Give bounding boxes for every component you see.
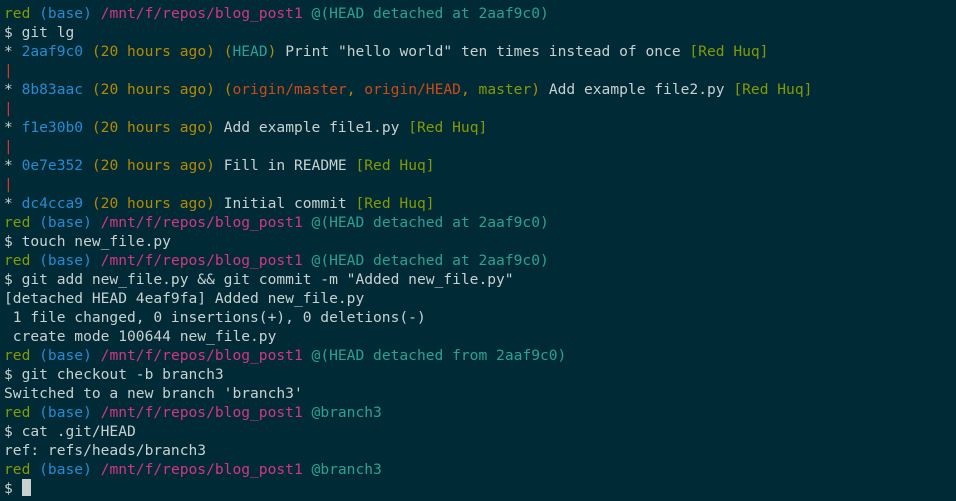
terminal-text-segment: Initial commit (223, 195, 356, 212)
terminal-text-segment: (20 hours ago) (83, 81, 224, 98)
terminal-text-segment: /mnt/f/repos/blog_post1 (100, 214, 303, 231)
terminal-text-segment: (base) (30, 5, 101, 22)
terminal-text-segment: (base) (30, 404, 101, 421)
terminal-line: $ git checkout -b branch3 (4, 365, 956, 384)
terminal-text-segment: red (4, 404, 31, 421)
terminal-line: * 8b83aac (20 hours ago) (origin/master,… (4, 80, 956, 99)
terminal-text-segment: Add example file1.py (223, 119, 409, 136)
terminal-line: | (4, 137, 956, 156)
terminal-text-segment: (20 hours ago) (83, 43, 224, 60)
terminal-text-segment: * (4, 119, 22, 136)
terminal-line: red (base) /mnt/f/repos/blog_post1 @(HEA… (4, 251, 956, 270)
terminal-text-segment: $ cat .git/HEAD (4, 423, 136, 440)
terminal-text-segment: , (346, 81, 365, 98)
terminal-line: ref: refs/heads/branch3 (4, 441, 956, 460)
terminal-line: $ git lg (4, 23, 956, 42)
terminal-line: $ git add new_file.py && git commit -m "… (4, 270, 956, 289)
terminal-line: 1 file changed, 0 insertions(+), 0 delet… (4, 308, 956, 327)
terminal-text-segment: (20 hours ago) (83, 195, 224, 212)
terminal-text-segment: @(HEAD detached at 2aaf9c0) (302, 214, 549, 231)
terminal-line: * f1e30b0 (20 hours ago) Add example fil… (4, 118, 956, 137)
terminal-text-segment: $ git lg (4, 24, 75, 41)
terminal-text-segment: 0e7e352 (21, 157, 84, 174)
terminal-text-segment: dc4cca9 (21, 195, 84, 212)
terminal-text-segment: /mnt/f/repos/blog_post1 (100, 5, 303, 22)
terminal-text-segment: , (460, 81, 479, 98)
terminal-text-segment: (20 hours ago) (83, 119, 224, 136)
terminal-text-segment: (base) (30, 347, 101, 364)
terminal-text-segment: @(HEAD detached at 2aaf9c0) (302, 5, 549, 22)
terminal-text-segment: | (4, 138, 13, 155)
terminal-text-segment: Switched to a new branch 'branch3' (4, 385, 303, 402)
terminal-line: | (4, 61, 956, 80)
terminal-line: * 2aaf9c0 (20 hours ago) (HEAD) Print "h… (4, 42, 956, 61)
terminal-text-segment: | (4, 176, 13, 193)
terminal-text-segment: * (4, 195, 22, 212)
terminal-line: * 0e7e352 (20 hours ago) Fill in README … (4, 156, 956, 175)
terminal-text-segment: 8b83aac (21, 81, 84, 98)
terminal-text-segment: @(HEAD detached at 2aaf9c0) (302, 252, 549, 269)
terminal-text-segment: f1e30b0 (21, 119, 84, 136)
terminal-line: red (base) /mnt/f/repos/blog_post1 @(HEA… (4, 346, 956, 365)
terminal-text-segment: * (4, 81, 22, 98)
terminal-text-segment: $ git add new_file.py && git commit -m "… (4, 271, 514, 288)
terminal-text-segment: @branch3 (302, 404, 382, 421)
terminal-text-segment: red (4, 214, 31, 231)
terminal-text-segment: [Red Huq] (733, 81, 813, 98)
terminal-text-segment: /mnt/f/repos/blog_post1 (100, 404, 303, 421)
terminal-text-segment: | (4, 62, 13, 79)
terminal-line: | (4, 175, 956, 194)
terminal-text-segment: [detached HEAD 4eaf9fa] Added new_file.p… (4, 290, 365, 307)
terminal-text-segment: (base) (30, 214, 101, 231)
terminal-text-segment: origin/master (232, 81, 347, 98)
terminal-text-segment: red (4, 252, 31, 269)
terminal-window[interactable]: red (base) /mnt/f/repos/blog_post1 @(HEA… (0, 0, 956, 501)
terminal-text-segment: red (4, 5, 31, 22)
terminal-text-segment: (base) (30, 252, 101, 269)
terminal-text-segment: ref: refs/heads/branch3 (4, 442, 207, 459)
terminal-text-segment: origin/HEAD (364, 81, 461, 98)
terminal-text-segment: ) (531, 81, 541, 98)
terminal-line: Switched to a new branch 'branch3' (4, 384, 956, 403)
terminal-text-segment: red (4, 347, 31, 364)
terminal-cursor (21, 479, 31, 496)
terminal-text-segment: /mnt/f/repos/blog_post1 (100, 252, 303, 269)
terminal-text-segment: 1 file changed, 0 insertions(+), 0 delet… (4, 309, 426, 326)
terminal-text-segment: $ touch new_file.py (4, 233, 171, 250)
terminal-text-segment: $ (4, 480, 22, 497)
terminal-text-segment: Fill in README (223, 157, 356, 174)
terminal-text-segment: /mnt/f/repos/blog_post1 (100, 461, 303, 478)
terminal-line: $ cat .git/HEAD (4, 422, 956, 441)
terminal-text-segment: * (4, 157, 22, 174)
terminal-text-segment: @(HEAD detached from 2aaf9c0) (302, 347, 567, 364)
terminal-line: * dc4cca9 (20 hours ago) Initial commit … (4, 194, 956, 213)
terminal-text-segment: red (4, 461, 31, 478)
terminal-line: | (4, 99, 956, 118)
terminal-line: red (base) /mnt/f/repos/blog_post1 @(HEA… (4, 213, 956, 232)
terminal-text-segment: | (4, 100, 13, 117)
terminal-line: create mode 100644 new_file.py (4, 327, 956, 346)
terminal-text-segment: Print "hello world" ten times instead of… (276, 43, 690, 60)
terminal-line: $ touch new_file.py (4, 232, 956, 251)
terminal-text-segment: master (478, 81, 532, 98)
terminal-text-segment: 2aaf9c0 (21, 43, 84, 60)
terminal-text-segment: @branch3 (302, 461, 382, 478)
terminal-text-segment: create mode 100644 new_file.py (4, 328, 277, 345)
terminal-line: red (base) /mnt/f/repos/blog_post1 @(HEA… (4, 4, 956, 23)
terminal-line: $ (4, 479, 956, 498)
terminal-text-segment: (base) (30, 461, 101, 478)
terminal-text-segment: /mnt/f/repos/blog_post1 (100, 347, 303, 364)
terminal-text-segment: [Red Huq] (408, 119, 488, 136)
terminal-text-segment: [Red Huq] (689, 43, 769, 60)
terminal-line: red (base) /mnt/f/repos/blog_post1 @bran… (4, 460, 956, 479)
terminal-line: red (base) /mnt/f/repos/blog_post1 @bran… (4, 403, 956, 422)
terminal-text-segment: $ git checkout -b branch3 (4, 366, 224, 383)
terminal-text-segment: HEAD (232, 43, 268, 60)
terminal-text-segment: Add example file2.py (540, 81, 734, 98)
terminal-text-segment: [Red Huq] (355, 157, 435, 174)
terminal-line: [detached HEAD 4eaf9fa] Added new_file.p… (4, 289, 956, 308)
terminal-text-segment: [Red Huq] (355, 195, 435, 212)
terminal-text-segment: * (4, 43, 22, 60)
terminal-text-segment: (20 hours ago) (83, 157, 224, 174)
